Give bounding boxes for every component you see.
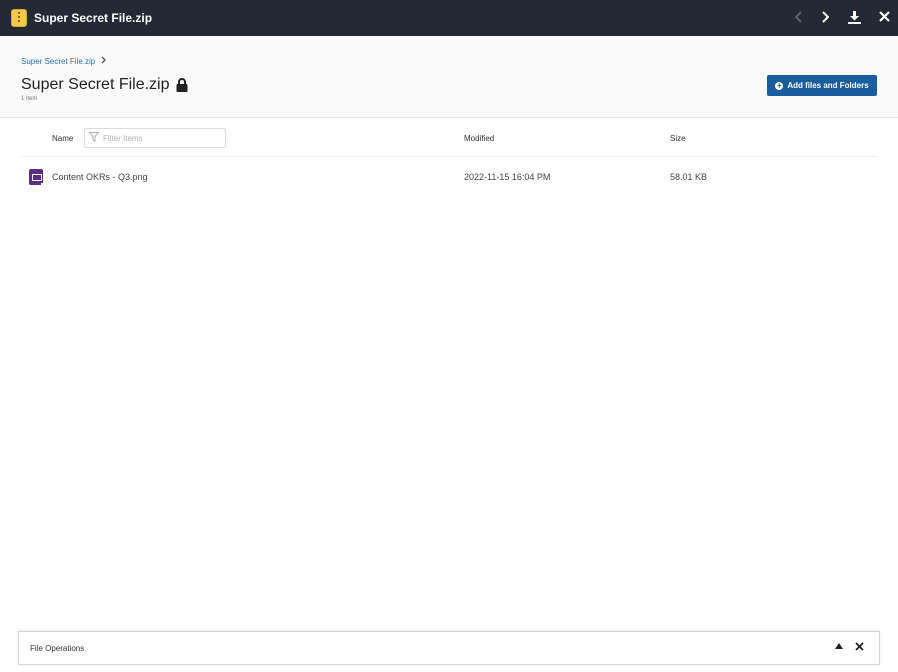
filter-input[interactable] [103,133,213,143]
close-icon[interactable] [875,9,893,27]
download-icon[interactable] [845,9,863,27]
plus-circle-icon: + [775,80,784,90]
title-bar: Super Secret File.zip [0,0,898,36]
add-button-label: Add files and Folders [787,81,869,90]
image-file-icon [29,169,45,187]
chevron-right-icon[interactable] [816,9,834,27]
chevron-right-icon [101,56,107,66]
file-modified: 2022-11-15 16:04 PM [464,172,551,182]
file-size: 58.01 KB [670,172,708,182]
column-header-modified[interactable]: Modified [464,134,494,143]
page-title: Super Secret File.zip [21,76,188,94]
close-icon[interactable] [853,642,865,654]
filter-icon [85,132,103,144]
file-name[interactable]: Content OKRs - Q3.png [52,172,148,182]
expand-up-icon[interactable] [833,642,845,654]
file-operations-panel: File Operations [18,631,880,665]
page-header: Super Secret File.zip Super Secret File.… [0,36,898,118]
add-files-and-folders-button[interactable]: + Add files and Folders [767,75,877,96]
table-row[interactable]: Content OKRs - Q3.png 2022-11-15 16:04 P… [21,158,876,196]
page-title-text: Super Secret File.zip [21,76,170,93]
breadcrumb: Super Secret File.zip [21,56,107,66]
table-header: Name Modified Size [21,118,876,157]
window-title: Super Secret File.zip [34,11,153,25]
item-count: 1 item [21,96,38,102]
lock-icon [176,78,188,92]
chevron-left-icon[interactable] [790,9,808,27]
breadcrumb-link[interactable]: Super Secret File.zip [21,57,95,66]
filter-box[interactable] [84,128,226,148]
column-header-name[interactable]: Name [52,134,73,143]
file-operations-title: File Operations [30,644,85,653]
zip-file-icon [11,9,27,27]
column-header-size[interactable]: Size [670,134,686,143]
